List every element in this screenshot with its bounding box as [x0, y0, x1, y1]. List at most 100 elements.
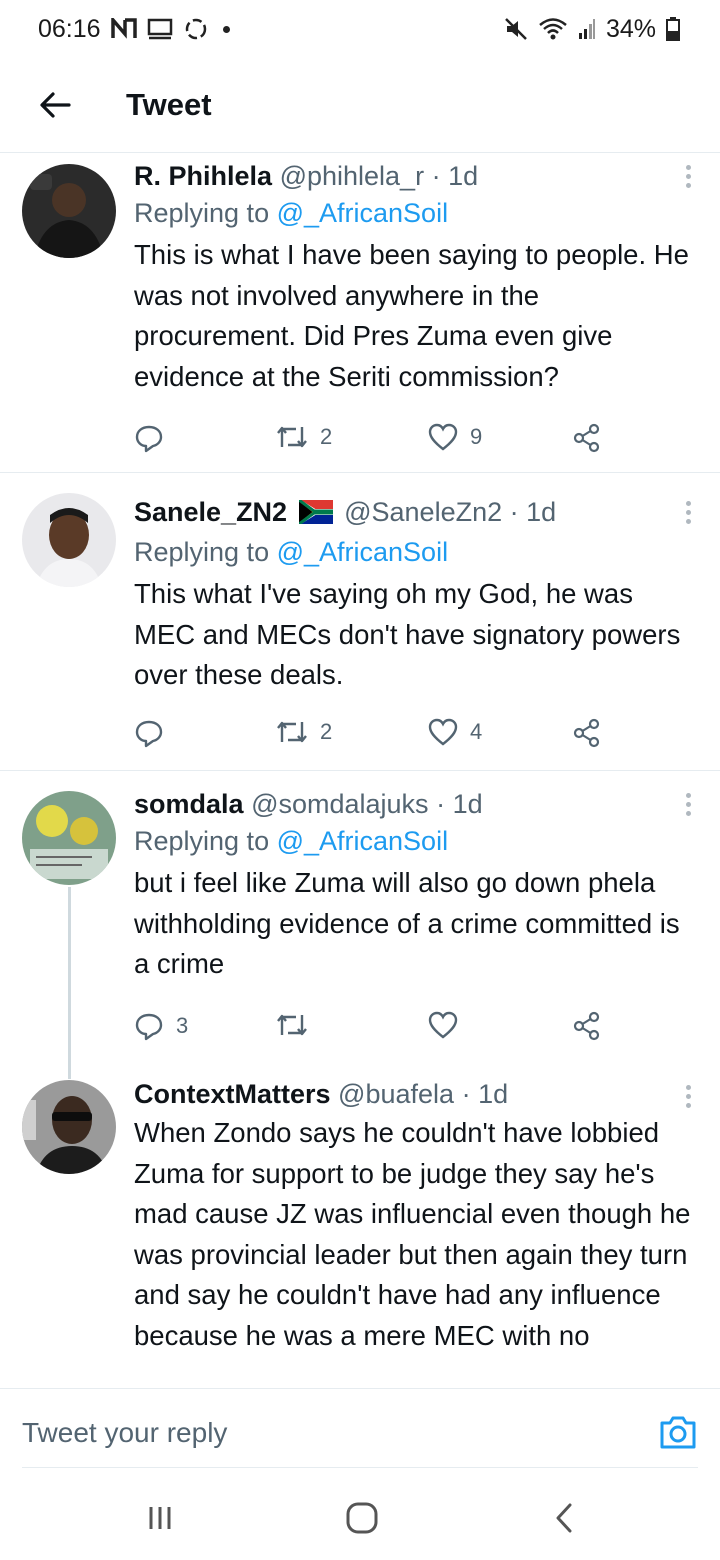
reply-input[interactable]: Tweet your reply [22, 1417, 227, 1449]
tweet-actions: 2 4 [134, 718, 614, 758]
reply-count: 3 [176, 1013, 189, 1038]
n-icon [110, 18, 137, 40]
recent-apps-icon [149, 1507, 171, 1529]
reply-icon [135, 425, 163, 453]
separator-dot: · [436, 789, 446, 819]
more-options-icon[interactable] [684, 1085, 692, 1111]
reply-button[interactable] [134, 718, 176, 748]
user-handle[interactable]: @phihlela_r [280, 161, 425, 191]
heart-icon [428, 1011, 458, 1039]
like-count: 4 [470, 719, 483, 744]
reply-icon [135, 720, 163, 748]
retweet-icon [277, 1014, 307, 1036]
heart-icon [428, 423, 458, 451]
tweet-item[interactable]: ContextMatters @buafela · 1d When Zondo … [0, 1063, 720, 1388]
separator-dot: · [461, 1079, 471, 1109]
user-name[interactable]: R. Phihlela [134, 161, 272, 191]
top-app-bar: Tweet [0, 58, 720, 153]
retweet-icon [277, 721, 307, 743]
replying-to-handle[interactable]: @_AfricanSoil [277, 198, 448, 228]
tweet-text: but i feel like Zuma will also go down p… [134, 867, 680, 979]
replying-to-label: Replying to [134, 826, 277, 856]
reply-button[interactable] [134, 423, 176, 453]
more-options-icon[interactable] [684, 501, 692, 527]
status-bar: 06:16 34% [0, 0, 720, 58]
tweet-text: This is what I have been saying to peopl… [134, 239, 689, 392]
more-options-icon[interactable] [684, 165, 692, 191]
like-count: 9 [470, 424, 483, 449]
tweet-header: ContextMatters @buafela · 1d [134, 1077, 700, 1111]
like-button[interactable]: 9 [428, 423, 482, 451]
replying-to: Replying to @_AfricanSoil [134, 532, 700, 572]
system-back-button[interactable] [534, 1496, 594, 1540]
share-icon [573, 1011, 600, 1041]
retweet-icon [277, 426, 307, 448]
replying-to-handle[interactable]: @_AfricanSoil [277, 826, 448, 856]
system-navigation-bar [0, 1478, 720, 1560]
tweet-time: 1d [478, 1079, 509, 1109]
retweet-count: 2 [320, 719, 333, 744]
more-options-icon[interactable] [684, 793, 692, 819]
reply-composer: Tweet your reply [0, 1388, 720, 1478]
tweet-item[interactable]: somdala @somdalajuks · 1d Replying to @_… [0, 771, 720, 1079]
retweet-button[interactable] [276, 1011, 320, 1039]
share-icon [573, 718, 600, 748]
replying-to: Replying to @_AfricanSoil [134, 193, 700, 233]
avatar[interactable] [22, 1080, 116, 1174]
retweet-button[interactable]: 2 [276, 423, 332, 451]
replying-to-label: Replying to [134, 198, 277, 228]
avatar[interactable] [22, 791, 116, 885]
south-africa-flag-icon [297, 498, 335, 532]
home-icon [346, 1502, 378, 1534]
tweet-item[interactable]: R. Phihlela @phihlela_r · 1d Replying to… [0, 153, 720, 473]
retweet-button[interactable]: 2 [276, 718, 332, 746]
like-button[interactable] [428, 1011, 470, 1039]
camera-button[interactable] [658, 1413, 698, 1453]
reply-button[interactable]: 3 [134, 1011, 188, 1041]
mute-icon [504, 17, 528, 41]
tweet-header: Sanele_ZN2 @SaneleZn2 · 1d [134, 495, 700, 532]
user-name[interactable]: ContextMatters [134, 1079, 331, 1109]
back-arrow-icon [40, 92, 71, 118]
back-button[interactable] [20, 75, 90, 135]
notification-dot-icon [222, 25, 230, 33]
share-button[interactable] [572, 1011, 602, 1041]
tweet-time: 1d [526, 497, 557, 527]
tweet-text: When Zondo says he couldn't have lobbied… [134, 1117, 691, 1351]
user-handle[interactable]: @buafela [338, 1079, 454, 1109]
page-title: Tweet [126, 87, 212, 122]
share-icon [573, 423, 600, 453]
reply-icon [135, 1013, 163, 1041]
recent-apps-button[interactable] [130, 1496, 190, 1540]
wifi-icon [538, 17, 568, 41]
share-button[interactable] [572, 423, 602, 453]
like-button[interactable]: 4 [428, 718, 482, 746]
replying-to: Replying to @_AfricanSoil [134, 821, 700, 861]
tweet-header: somdala @somdalajuks · 1d [134, 787, 700, 821]
tweet-actions: 2 9 [134, 423, 614, 463]
tweet-item[interactable]: Sanele_ZN2 @SaneleZn2 · 1d Replying to @… [0, 473, 720, 771]
separator-dot: · [509, 497, 519, 527]
heart-icon [428, 718, 458, 746]
tweet-time: 1d [452, 789, 483, 819]
user-handle[interactable]: @somdalajuks [251, 789, 428, 819]
avatar[interactable] [22, 493, 116, 587]
battery-icon [666, 17, 680, 41]
camera-icon [660, 1416, 696, 1449]
replying-to-handle[interactable]: @_AfricanSoil [277, 537, 448, 567]
status-time: 06:16 [38, 14, 101, 43]
thread-line [68, 887, 71, 1079]
share-button[interactable] [572, 718, 602, 748]
user-name[interactable]: somdala [134, 789, 244, 819]
signal-icon [578, 18, 596, 40]
replying-to-label: Replying to [134, 537, 277, 567]
separator-dot: · [431, 161, 441, 191]
avatar[interactable] [22, 164, 116, 258]
tweet-actions: 3 [134, 1011, 614, 1051]
home-button[interactable] [332, 1496, 392, 1540]
user-name[interactable]: Sanele_ZN2 [134, 497, 287, 527]
divider [22, 1467, 698, 1468]
tweet-text: This what I've saying oh my God, he was … [134, 578, 681, 690]
user-handle[interactable]: @SaneleZn2 [344, 497, 502, 527]
replies-feed[interactable]: R. Phihlela @phihlela_r · 1d Replying to… [0, 153, 720, 1388]
